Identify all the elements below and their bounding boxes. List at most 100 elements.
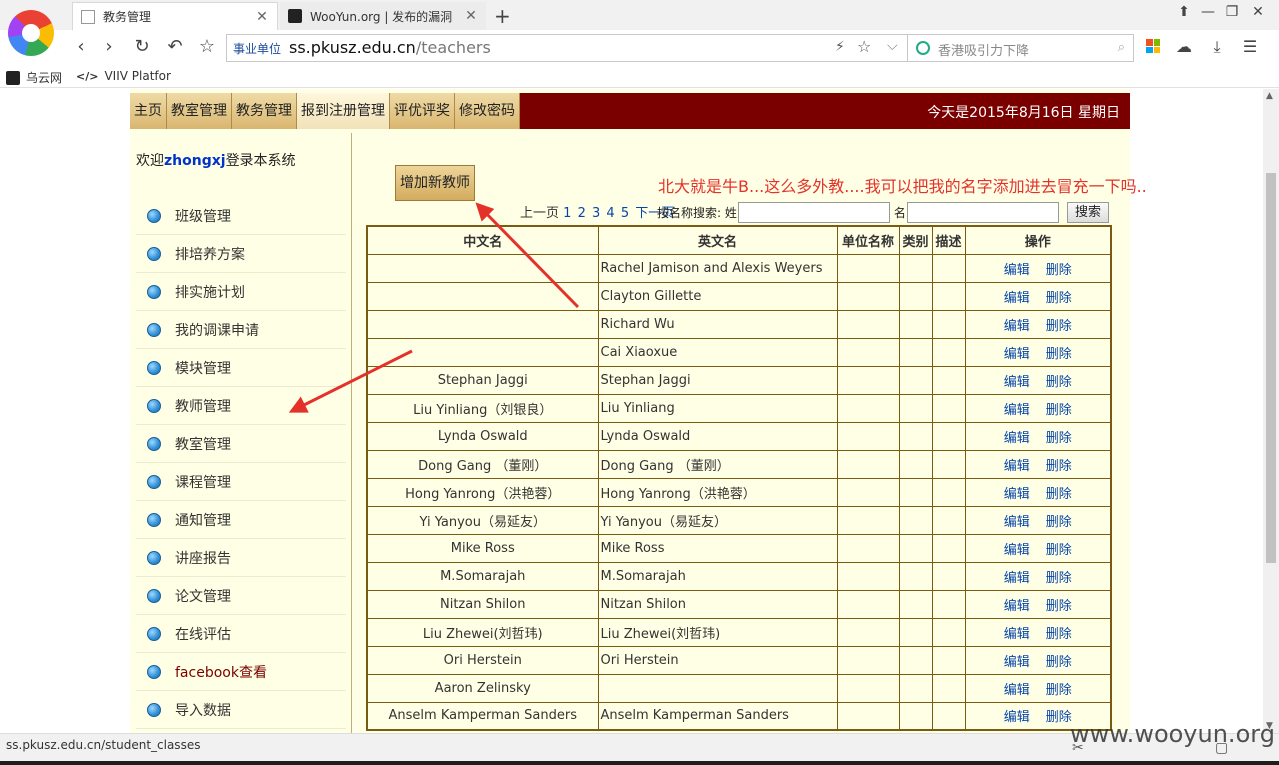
scroll-thumb[interactable]	[1266, 173, 1276, 563]
edit-link[interactable]: 编辑	[1004, 431, 1030, 446]
lightning-icon[interactable]: ⚡	[835, 39, 845, 55]
sidebar-item[interactable]: 教室管理	[136, 425, 346, 463]
delete-link[interactable]: 删除	[1046, 459, 1072, 474]
page-link-2[interactable]: 2	[578, 206, 586, 221]
back-button[interactable]: ‹	[70, 36, 92, 57]
sidebar-item[interactable]: 在线评估	[136, 615, 346, 653]
site-type-badge: 事业单位	[233, 42, 282, 56]
top-nav: 主页 教室管理 教务管理 报到注册管理 评优评奖 修改密码 今天是2015年8月…	[130, 93, 1130, 129]
apps-icon[interactable]	[1146, 39, 1160, 53]
menu-icon[interactable]: ☰	[1240, 37, 1260, 56]
star-icon[interactable]: ☆	[857, 37, 871, 56]
delete-link[interactable]: 删除	[1046, 319, 1072, 334]
edit-link[interactable]: 编辑	[1004, 627, 1030, 642]
given-name-input[interactable]	[906, 202, 1059, 223]
nav-registration[interactable]: 报到注册管理	[297, 93, 390, 129]
table-row: M.Somarajah M.Somarajah 编辑 删除	[366, 561, 1112, 591]
edit-link[interactable]: 编辑	[1004, 263, 1030, 278]
sidebar-item[interactable]: 讲座报告	[136, 539, 346, 577]
address-bar[interactable]: 事业单位 ss.pkusz.edu.cn/teachers ⚡ ☆ ⌵	[226, 34, 908, 62]
search-button[interactable]: 搜索	[1067, 202, 1109, 223]
nav-awards[interactable]: 评优评奖	[390, 93, 455, 129]
surname-input[interactable]	[737, 202, 890, 223]
delete-link[interactable]: 删除	[1046, 599, 1072, 614]
page-link-3[interactable]: 3	[592, 206, 600, 221]
edit-link[interactable]: 编辑	[1004, 543, 1030, 558]
sidebar-item[interactable]: 导入数据	[136, 691, 346, 729]
edit-link[interactable]: 编辑	[1004, 347, 1030, 362]
sidebar-item[interactable]: 论文管理	[136, 577, 346, 615]
edit-link[interactable]: 编辑	[1004, 655, 1030, 670]
delete-link[interactable]: 删除	[1046, 375, 1072, 390]
page-link-1[interactable]: 1	[563, 206, 571, 221]
delete-link[interactable]: 删除	[1046, 543, 1072, 558]
page-link-5[interactable]: 5	[621, 206, 629, 221]
browser-logo[interactable]	[8, 10, 54, 56]
edit-link[interactable]: 编辑	[1004, 683, 1030, 698]
nav-academic[interactable]: 教务管理	[232, 93, 297, 129]
sidebar-item[interactable]: 课程管理	[136, 463, 346, 501]
delete-link[interactable]: 删除	[1046, 515, 1072, 530]
chevron-down-icon[interactable]: ⌵	[887, 38, 898, 54]
delete-link[interactable]: 删除	[1046, 487, 1072, 502]
delete-link[interactable]: 删除	[1046, 683, 1072, 698]
sidebar-item[interactable]: 教师管理	[136, 387, 346, 425]
vertical-scrollbar[interactable]: ▲ ▼	[1263, 89, 1279, 733]
search-box[interactable]: 香港吸引力下降 ⌕	[908, 34, 1134, 62]
tab-wooyun[interactable]: WooYun.org | 发布的漏洞 ✕	[280, 2, 486, 30]
delete-link[interactable]: 删除	[1046, 627, 1072, 642]
edit-link[interactable]: 编辑	[1004, 319, 1030, 334]
sidebar-item[interactable]: 班级管理	[136, 197, 346, 235]
delete-link[interactable]: 删除	[1046, 291, 1072, 306]
nav-home[interactable]: 主页	[130, 93, 167, 129]
cell-description	[931, 309, 966, 339]
delete-link[interactable]: 删除	[1046, 263, 1072, 278]
add-teacher-button[interactable]: 增加新教师	[395, 165, 475, 201]
nav-classroom[interactable]: 教室管理	[167, 93, 232, 129]
edit-link[interactable]: 编辑	[1004, 375, 1030, 390]
search-icon[interactable]: ⌕	[1118, 40, 1125, 55]
close-tab-icon[interactable]: ✕	[464, 8, 478, 24]
delete-link[interactable]: 删除	[1046, 347, 1072, 362]
bookmark-wooyun[interactable]: 乌云网	[6, 69, 62, 86]
minimize-button[interactable]: —	[1198, 4, 1218, 20]
sidebar-item[interactable]: 排培养方案	[136, 235, 346, 273]
new-tab-button[interactable]: +	[494, 4, 511, 28]
search-input[interactable]: 香港吸引力下降	[938, 40, 1029, 59]
edit-link[interactable]: 编辑	[1004, 487, 1030, 502]
delete-link[interactable]: 删除	[1046, 431, 1072, 446]
edit-link[interactable]: 编辑	[1004, 459, 1030, 474]
sidebar-item[interactable]: 我的调课申请	[136, 311, 346, 349]
page-link-4[interactable]: 4	[606, 206, 614, 221]
cloud-icon[interactable]: ☁	[1174, 37, 1194, 56]
tab-jiaowu[interactable]: 教务管理 ✕	[72, 2, 278, 30]
sidebar-item[interactable]: facebook查看	[136, 653, 346, 691]
bookmark-star-button[interactable]: ☆	[196, 36, 218, 57]
sidebar-item[interactable]: 模块管理	[136, 349, 346, 387]
nav-change-password[interactable]: 修改密码	[455, 93, 520, 129]
col-header-cn-name: 中文名	[366, 225, 599, 255]
sidebar-item[interactable]: 排实施计划	[136, 273, 346, 311]
date-display: 今天是2015年8月16日 星期日	[927, 105, 1120, 121]
edit-link[interactable]: 编辑	[1004, 515, 1030, 530]
delete-link[interactable]: 删除	[1046, 571, 1072, 586]
sidebar-item[interactable]: 通知管理	[136, 501, 346, 539]
download-icon[interactable]: ⤓	[1207, 37, 1227, 57]
forward-button[interactable]: ›	[98, 36, 120, 57]
delete-link[interactable]: 删除	[1046, 710, 1072, 725]
close-tab-icon[interactable]: ✕	[255, 9, 269, 25]
edit-link[interactable]: 编辑	[1004, 710, 1030, 725]
bookmark-viiv[interactable]: </> VIIV Platfor	[76, 69, 171, 83]
scroll-up-icon[interactable]: ▲	[1266, 91, 1273, 101]
undo-button[interactable]: ↶	[164, 36, 186, 57]
pin-icon[interactable]: ⬆	[1174, 4, 1194, 20]
edit-link[interactable]: 编辑	[1004, 599, 1030, 614]
edit-link[interactable]: 编辑	[1004, 291, 1030, 306]
edit-link[interactable]: 编辑	[1004, 403, 1030, 418]
close-window-button[interactable]: ✕	[1248, 4, 1268, 20]
maximize-button[interactable]: ❐	[1222, 4, 1242, 20]
edit-link[interactable]: 编辑	[1004, 571, 1030, 586]
delete-link[interactable]: 删除	[1046, 655, 1072, 670]
delete-link[interactable]: 删除	[1046, 403, 1072, 418]
reload-button[interactable]: ↻	[131, 36, 153, 57]
